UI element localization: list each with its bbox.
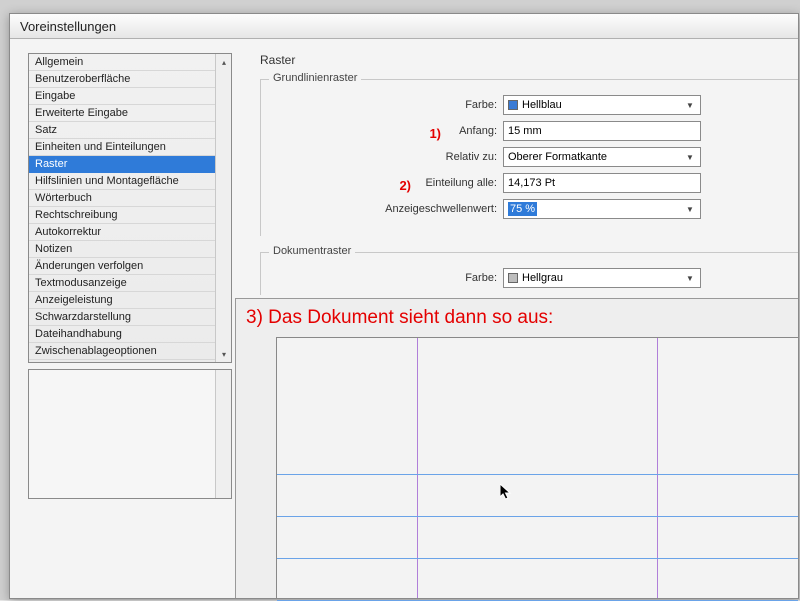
category-list[interactable]: AllgemeinBenutzeroberflächeEingabeErweit… xyxy=(28,53,232,363)
dialog-title: Voreinstellungen xyxy=(20,19,116,34)
scrollbar[interactable] xyxy=(215,370,231,498)
scrollbar[interactable]: ▴ ▾ xyxy=(215,54,231,362)
baseline-grid-group: Grundlinienraster Farbe: Hellblau ▼ 1) A… xyxy=(260,79,798,236)
color-swatch-icon xyxy=(508,273,518,283)
document-preview: 3) Das Dokument sieht dann so aus: xyxy=(235,298,798,598)
sidebar-item-allgemein[interactable]: Allgemein xyxy=(29,54,231,71)
description-box xyxy=(28,369,232,499)
panel-title: Raster xyxy=(260,53,798,67)
sidebar-item-anzeigeleistung[interactable]: Anzeigeleistung xyxy=(29,292,231,309)
sidebar-item-satz[interactable]: Satz xyxy=(29,122,231,139)
color-value: Hellblau xyxy=(522,99,562,111)
sidebar-item-erweiterte-eingabe[interactable]: Erweiterte Eingabe xyxy=(29,105,231,122)
annotation-2: 2) xyxy=(399,178,411,193)
preferences-dialog: Voreinstellungen AllgemeinBenutzeroberfl… xyxy=(9,13,799,599)
scroll-up-icon[interactable]: ▴ xyxy=(216,54,232,70)
doc-color-select[interactable]: Hellgrau ▼ xyxy=(503,268,701,288)
relative-select[interactable]: Oberer Formatkante ▼ xyxy=(503,147,701,167)
sidebar-item-w-rterbuch[interactable]: Wörterbuch xyxy=(29,190,231,207)
increment-label: 2) Einteilung alle: xyxy=(261,177,497,189)
group-legend: Grundlinienraster xyxy=(269,72,361,84)
sidebar-item-autokorrektur[interactable]: Autokorrektur xyxy=(29,224,231,241)
sidebar-item-hilfslinien-und-montagefl-che[interactable]: Hilfslinien und Montagefläche xyxy=(29,173,231,190)
threshold-value: 75 % xyxy=(508,203,537,215)
color-select[interactable]: Hellblau ▼ xyxy=(503,95,701,115)
start-input[interactable]: 15 mm xyxy=(503,121,701,141)
dialog-titlebar[interactable]: Voreinstellungen xyxy=(10,14,798,39)
chevron-down-icon: ▼ xyxy=(682,153,698,162)
annotation-3: 3) Das Dokument sieht dann so aus: xyxy=(246,307,553,329)
dialog-content: AllgemeinBenutzeroberflächeEingabeErweit… xyxy=(10,39,798,598)
sidebar-item-eingabe[interactable]: Eingabe xyxy=(29,88,231,105)
increment-input[interactable]: 14,173 Pt xyxy=(503,173,701,193)
sidebar: AllgemeinBenutzeroberflächeEingabeErweit… xyxy=(10,53,232,598)
sidebar-item-einheiten-und-einteilungen[interactable]: Einheiten und Einteilungen xyxy=(29,139,231,156)
sidebar-item-benutzeroberfl-che[interactable]: Benutzeroberfläche xyxy=(29,71,231,88)
chevron-down-icon: ▼ xyxy=(682,274,698,283)
annotation-1: 1) xyxy=(429,126,441,141)
sidebar-item-zwischenablageoptionen[interactable]: Zwischenablageoptionen xyxy=(29,343,231,360)
scroll-down-icon[interactable]: ▾ xyxy=(216,346,232,362)
main-panel: Raster Grundlinienraster Farbe: Hellblau… xyxy=(232,53,798,598)
document-page xyxy=(276,337,798,598)
threshold-select[interactable]: 75 % ▼ xyxy=(503,199,701,219)
sidebar-item-rechtschreibung[interactable]: Rechtschreibung xyxy=(29,207,231,224)
color-label: Farbe: xyxy=(261,99,497,111)
group-legend: Dokumentraster xyxy=(269,245,355,257)
relative-label: Relativ zu: xyxy=(261,151,497,163)
sidebar-item-notizen[interactable]: Notizen xyxy=(29,241,231,258)
sidebar-item-textmodusanzeige[interactable]: Textmodusanzeige xyxy=(29,275,231,292)
color-swatch-icon xyxy=(508,100,518,110)
document-grid-group: Dokumentraster Farbe: Hellgrau ▼ xyxy=(260,252,798,295)
start-label: 1) Anfang: xyxy=(261,125,497,137)
color-value: Hellgrau xyxy=(522,272,563,284)
chevron-down-icon: ▼ xyxy=(682,205,698,214)
sidebar-item-raster[interactable]: Raster xyxy=(29,156,231,173)
sidebar-item--nderungen-verfolgen[interactable]: Änderungen verfolgen xyxy=(29,258,231,275)
sidebar-item-schwarzdarstellung[interactable]: Schwarzdarstellung xyxy=(29,309,231,326)
sidebar-item-dateihandhabung[interactable]: Dateihandhabung xyxy=(29,326,231,343)
threshold-label: Anzeigeschwellenwert: xyxy=(261,203,497,215)
chevron-down-icon: ▼ xyxy=(682,101,698,110)
color-label: Farbe: xyxy=(261,272,497,284)
relative-value: Oberer Formatkante xyxy=(508,151,607,163)
